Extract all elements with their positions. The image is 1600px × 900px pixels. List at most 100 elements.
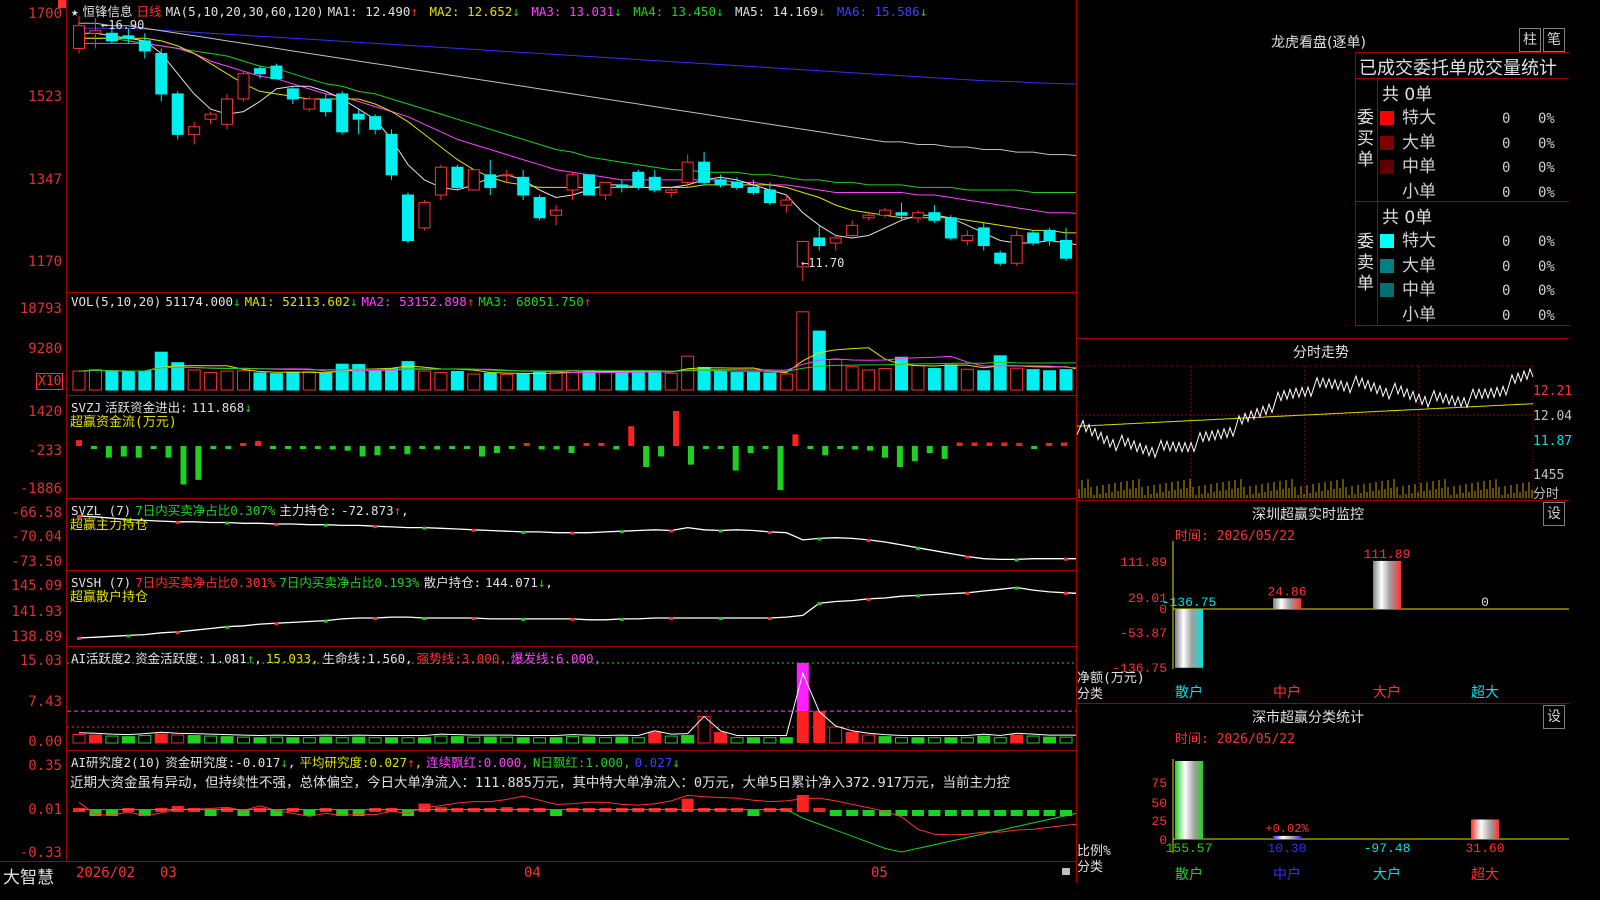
research-bar [747,810,760,816]
svsh-tick: 141.93 [11,604,62,620]
high-label: ←16.90 [101,18,145,32]
flow-bar [911,446,918,462]
activity-bar [450,736,464,744]
activity-bar [401,737,415,744]
svzl-line-dot [521,530,526,534]
lock-icon[interactable] [1062,868,1070,875]
bar-mode-button[interactable]: 柱 [1519,28,1541,52]
ma2-value: MA2: 12.652↓ [429,4,520,19]
flow-bar [1001,442,1008,446]
date-label: 04 [524,865,541,881]
volume-bar [88,369,102,391]
ai1-l1: 资金活跃度: [135,651,206,666]
activity-bar [993,737,1007,744]
color-swatch [1380,111,1394,125]
ai1-title: AI活跃度2 资金活跃度: 1.081↑, 15.033, 生命线:1.560, 强势线:… [71,648,605,667]
star-icon[interactable]: ★ [71,4,79,19]
svsh-line-dot [866,597,871,601]
ma1-line [79,32,1077,246]
lhb-title: 龙虎看盘(逐单) [1271,35,1366,51]
svsh-pct2: 7日内买卖净占比0.193% [279,575,420,590]
intraday-chart[interactable] [1077,339,1569,501]
activity-bar [598,737,612,744]
brand-label[interactable]: 大智慧 [3,863,54,888]
activity-bar [862,734,876,744]
svzl-tick: -66.58 [11,505,62,521]
candle-body [747,186,760,193]
stock-name: 恒锋信息 [82,4,133,19]
szcls-chart: 7550250155.57散户10.30+0.02%中户-97.48大户31.6… [1151,759,1569,883]
volume-bar [714,370,728,391]
flow-bar [732,446,739,471]
vol-panel[interactable]: VOL(5,10,20) 51174.000↓ MA1: 52113.602↓ MA2… [66,292,1077,396]
svsh-line-dot [77,637,81,641]
price-panel[interactable]: ★ 恒锋信息 日线 MA(5,10,20,30,60,120) MA1: 12.490↑… [66,0,1077,292]
tick-mode-button[interactable]: 笔 [1543,28,1565,52]
lhb-header: 已成交委托单成交量统计 [1359,58,1557,79]
percent-value: 0% [1538,135,1555,152]
ai2-panel[interactable]: AI研究度2(10) 资金研究度:-0.017↓, 平均研究度:0.027↑, 连续飘… [66,750,1077,862]
svzj-panel[interactable]: SVZJ 活跃资金进出: 111.868↓ 超赢资金流(万元) [66,395,1077,498]
candle-body [615,184,628,188]
flow-bar [165,446,172,458]
svzl-value: -72.873↑, [340,503,409,518]
price-title: ★ 恒锋信息 日线 MA(5,10,20,30,60,120) MA1: 12.490↑… [71,1,931,20]
flow-bar [673,411,680,446]
vol-tick: 18793 [19,301,62,317]
candle-body [418,202,431,229]
activity-bar [385,737,399,744]
volume-bar [483,372,497,391]
color-swatch [1380,135,1394,150]
ai1-panel[interactable]: AI活跃度2 资金活跃度: 1.081↑, 15.033, 生命线:1.560, 强势线:… [66,646,1077,751]
flow-bar [389,446,396,449]
activity-bar [88,734,102,744]
ma-params: MA(5,10,20,30,60,120) [165,4,324,19]
sell-row: 小单 0 0% [1380,300,1555,325]
flow-bar [105,446,112,458]
category-bar [1273,835,1301,839]
svzl-axis: -66.58 -70.04 -73.50 [0,498,66,570]
intraday-tick: 12.21 [1533,384,1573,399]
category-label: 大户 [1373,866,1401,883]
buy-row: 特大 0 0% [1380,103,1555,128]
candle-body [862,214,875,219]
ai2-tick: 0.01 [28,802,62,818]
lhb-divider [1377,78,1378,324]
candle-body [550,209,563,216]
svsh-panel[interactable]: SVSH (7) 7日内买卖净占比0.301% 7日内买卖净占比0.193% 散户持仓… [66,570,1077,647]
activity-bar [763,737,777,744]
flow-bar [419,446,426,449]
activity-bar [105,735,119,744]
intraday-panel[interactable]: 分时走势 12.21 12.04 11.87 1455 分时 [1076,338,1573,502]
candle-body [253,68,266,75]
bar-value-label: 31.60 [1465,841,1504,856]
buy-row: 小单 0 0% [1380,177,1555,202]
activity-bar [335,737,349,744]
bar-value-label: 10.30 [1267,841,1306,856]
period-label[interactable]: 日线 [137,4,162,19]
activity-bar [960,737,974,744]
menu-icon[interactable] [58,0,66,8]
szcls-panel: 深市超赢分类统计 设 时间: 2026/05/22 75 50 25 0 155.57 散… [1076,703,1569,883]
volume-bar [648,370,662,391]
svzl-panel[interactable]: SVZL (7) 7日内买卖净占比0.307% 主力持仓: -72.873↑, 超赢主… [66,498,1077,571]
candlestick-chart[interactable] [67,0,1077,292]
bar-value-label: 155.57 [1166,841,1213,856]
activity-bar [1026,735,1040,744]
intraday-tick: 12.04 [1533,409,1573,424]
volume-bar [500,373,514,391]
volume-bar [352,364,366,391]
activity-bar [204,735,218,744]
flow-bar [493,446,500,453]
volume-bar [631,370,645,391]
volume-bar [598,372,612,391]
size-label: 特大 [1402,231,1436,251]
bar-value-label: 111.89 [1364,547,1411,562]
size-label: 大单 [1402,255,1436,276]
szcls-xlabel: 分类 [1077,860,1104,875]
activity-bar [483,736,497,744]
volume-bar [533,371,547,391]
count-value: 0 [1502,283,1511,299]
candle-body [714,179,727,186]
candle-body [171,93,184,135]
